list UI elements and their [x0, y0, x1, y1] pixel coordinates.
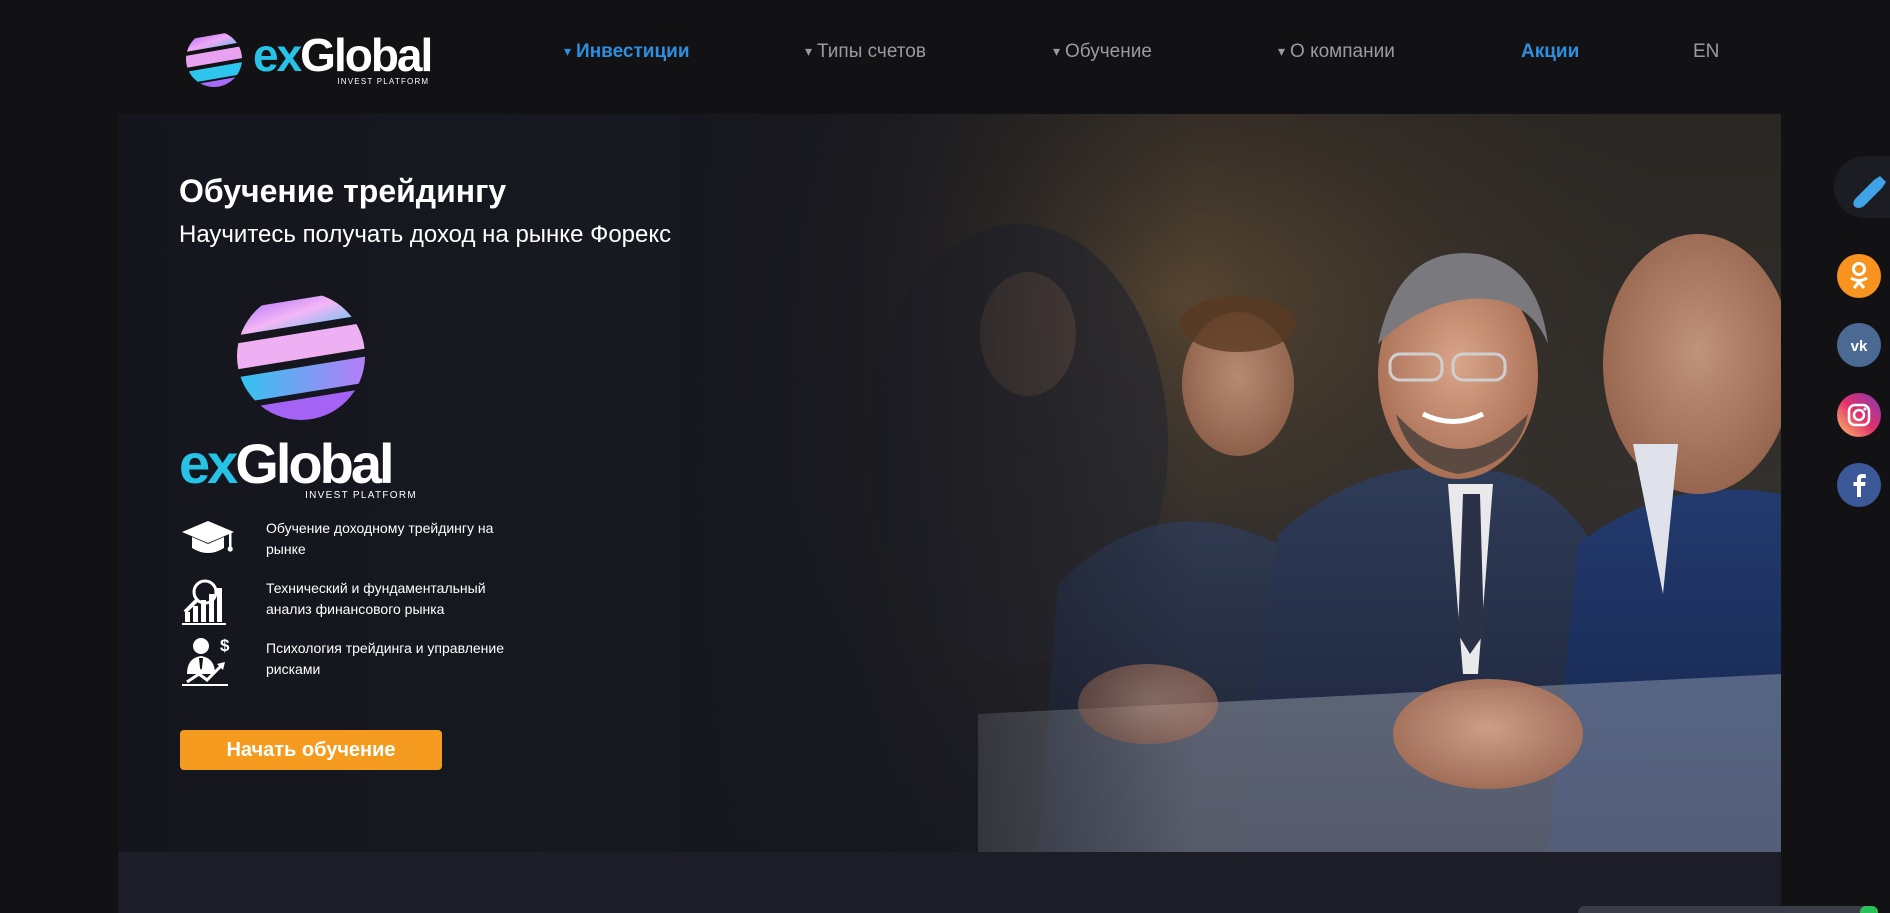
instagram-icon: [1847, 403, 1871, 427]
feature-item: $ Психология трейдинга и управление риск…: [179, 634, 599, 686]
nav-label: Акции: [1521, 41, 1580, 62]
globe-logo-icon: [237, 292, 365, 420]
main-nav: ▾ Инвестиции ▾ Типы счетов ▾ Обучение ▾ О ко…: [0, 41, 1890, 65]
chevron-down-icon: ▾: [1278, 43, 1286, 59]
nav-item-about[interactable]: ▾ О компании: [1278, 41, 1395, 63]
chart-analysis-icon: [182, 579, 226, 625]
chat-widget-tab[interactable]: [1578, 906, 1878, 913]
hero-logo-tagline: INVEST PLATFORM: [305, 490, 417, 501]
site-header: exGlobal INVEST PLATFORM ▾ Инвестиции ▾ Ти…: [0, 0, 1890, 114]
nav-label: О компании: [1290, 41, 1395, 62]
chevron-down-icon: ▾: [805, 43, 813, 59]
logo-tagline: INVEST PLATFORM: [337, 77, 430, 86]
chevron-down-icon: ▾: [564, 43, 572, 59]
nav-label: EN: [1693, 41, 1720, 62]
start-learning-button[interactable]: Начать обучение: [180, 730, 442, 770]
odnoklassniki-button[interactable]: [1837, 254, 1881, 298]
trader-risk-icon: $: [182, 636, 230, 686]
feature-item: Технический и фундаментальный анализ фин…: [179, 574, 599, 626]
phone-icon: [1853, 176, 1886, 208]
feature-text: Обучение доходному трейдингу на рынке: [266, 520, 494, 557]
online-status-indicator: [1860, 906, 1878, 913]
hero-logo: exGlobal INVEST PLATFORM: [179, 288, 424, 503]
nav-item-language[interactable]: EN: [1693, 41, 1719, 63]
logo-word-ex: ex: [179, 432, 238, 495]
hero-title: Обучение трейдингу: [179, 173, 507, 209]
nav-item-account-types[interactable]: ▾ Типы счетов: [805, 41, 926, 63]
instagram-button[interactable]: [1837, 393, 1881, 437]
svg-text:vk: vk: [1851, 338, 1868, 355]
facebook-button[interactable]: [1837, 463, 1881, 507]
nav-item-investments[interactable]: ▾ Инвестиции: [564, 41, 690, 63]
vk-button[interactable]: vk: [1837, 323, 1881, 367]
nav-label: Обучение: [1065, 41, 1152, 62]
svg-text:$: $: [220, 636, 230, 655]
feature-text: Технический и фундаментальный анализ фин…: [266, 580, 486, 617]
vk-icon: vk: [1851, 338, 1868, 355]
chevron-down-icon: ▾: [1053, 43, 1061, 59]
odnoklassniki-icon: [1850, 262, 1868, 289]
facebook-icon: [1853, 474, 1866, 497]
feature-item: Обучение доходному трейдингу на рынке: [179, 514, 599, 566]
nav-item-promotions[interactable]: Акции: [1521, 41, 1579, 63]
hero-logo-wordmark: exGlobal: [179, 436, 395, 492]
hero-subtitle: Научитесь получать доход на рынке Форекс: [179, 221, 672, 248]
nav-label: Инвестиции: [576, 41, 690, 62]
nav-label: Типы счетов: [817, 41, 926, 62]
hero-banner: Обучение трейдингу Научитесь получать до…: [118, 114, 1781, 852]
logo-word-global: Global: [235, 432, 394, 495]
next-section: [118, 852, 1781, 913]
nav-item-education[interactable]: ▾ Обучение: [1053, 41, 1152, 63]
graduation-cap-icon: [182, 521, 234, 553]
feature-text: Психология трейдинга и управление рискам…: [266, 640, 504, 677]
photo-fade-overlay: [678, 114, 1198, 852]
callback-phone-button[interactable]: [1834, 156, 1890, 218]
